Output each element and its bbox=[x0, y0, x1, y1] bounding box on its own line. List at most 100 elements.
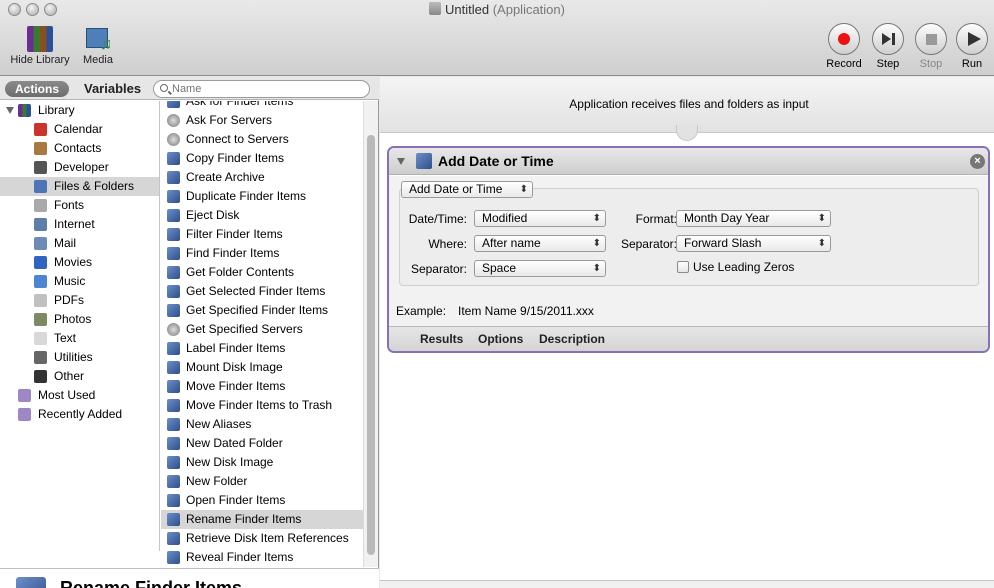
action-list-item[interactable]: New Disk Image bbox=[161, 453, 363, 472]
where-label: Where: bbox=[428, 237, 467, 251]
finder-icon bbox=[167, 266, 180, 279]
action-list-item[interactable]: Move Finder Items bbox=[161, 377, 363, 396]
library-item[interactable]: Movies bbox=[0, 253, 159, 272]
action-list-item[interactable]: Copy Finder Items bbox=[161, 149, 363, 168]
datetime-popup[interactable]: Modified bbox=[474, 210, 606, 227]
mail-icon bbox=[34, 237, 47, 250]
library-item[interactable]: Other bbox=[0, 367, 159, 386]
action-list-item[interactable]: Eject Disk bbox=[161, 206, 363, 225]
step-button[interactable]: Step bbox=[871, 23, 905, 70]
action-list-item[interactable]: Rename Finder Items bbox=[161, 510, 363, 529]
scrollbar-thumb[interactable] bbox=[367, 135, 375, 555]
finder-icon bbox=[167, 513, 180, 526]
library-item[interactable]: Developer bbox=[0, 158, 159, 177]
search-input[interactable] bbox=[172, 82, 362, 96]
action-list-item[interactable]: Mount Disk Image bbox=[161, 358, 363, 377]
calendar-icon bbox=[34, 123, 47, 136]
stop-button[interactable]: Stop bbox=[914, 23, 948, 70]
library-item[interactable]: Text bbox=[0, 329, 159, 348]
run-label: Run bbox=[961, 58, 983, 70]
finder-icon bbox=[167, 247, 180, 260]
action-list-item-label: Copy Finder Items bbox=[186, 151, 285, 165]
action-list-item-label: Duplicate Finder Items bbox=[186, 189, 307, 203]
library-item-label: Calendar bbox=[54, 122, 103, 136]
mode-popup[interactable]: Add Date or Time bbox=[401, 181, 533, 198]
action-list-item[interactable]: Filter Finder Items bbox=[161, 225, 363, 244]
action-card-add-date-time[interactable]: Add Date or Time × Add Date or Time Date… bbox=[387, 146, 990, 353]
action-list-item[interactable]: Reveal Finder Items bbox=[161, 548, 363, 567]
action-list-item[interactable]: Retrieve Disk Item References bbox=[161, 529, 363, 548]
record-button[interactable]: Record bbox=[826, 23, 862, 70]
library-icon bbox=[18, 104, 31, 117]
action-list-item[interactable]: Connect to Servers bbox=[161, 130, 363, 149]
description-panel: Rename Finder Items bbox=[0, 568, 379, 588]
action-list-item[interactable]: Label Finder Items bbox=[161, 339, 363, 358]
library-item-label: Music bbox=[54, 274, 86, 288]
workflow-log-divider[interactable] bbox=[380, 580, 994, 588]
library-item[interactable]: Utilities bbox=[0, 348, 159, 367]
action-list-item-label: Connect to Servers bbox=[186, 132, 289, 146]
library-item[interactable]: Music bbox=[0, 272, 159, 291]
tab-options[interactable]: Options bbox=[478, 332, 523, 346]
action-list-item-label: Label Finder Items bbox=[186, 341, 286, 355]
action-list-item[interactable]: Find Finder Items bbox=[161, 244, 363, 263]
library-root[interactable]: Library bbox=[0, 101, 159, 120]
disclosure-triangle-icon[interactable] bbox=[6, 107, 14, 114]
action-list-item[interactable]: Ask for Finder Items bbox=[161, 101, 363, 111]
disclosure-triangle-icon[interactable] bbox=[397, 158, 405, 165]
action-list-item[interactable]: Open Finder Items bbox=[161, 491, 363, 510]
library-item[interactable]: Fonts bbox=[0, 196, 159, 215]
finder-icon bbox=[416, 153, 432, 169]
action-list-item[interactable]: New Folder bbox=[161, 472, 363, 491]
action-list-item-label: New Disk Image bbox=[186, 455, 274, 469]
finder-icon bbox=[167, 380, 180, 393]
library-item[interactable]: Photos bbox=[0, 310, 159, 329]
separator2-popup[interactable]: Forward Slash bbox=[676, 235, 831, 252]
action-list-item[interactable]: Get Selected Finder Items bbox=[161, 282, 363, 301]
library-item[interactable]: Calendar bbox=[0, 120, 159, 139]
hide-library-button[interactable]: Hide Library bbox=[6, 26, 74, 66]
separator-label: Separator: bbox=[410, 262, 467, 276]
action-list-item[interactable]: Get Specified Finder Items bbox=[161, 301, 363, 320]
remove-action-button[interactable]: × bbox=[970, 154, 985, 169]
format-popup[interactable]: Month Day Year bbox=[676, 210, 831, 227]
tab-actions[interactable]: Actions bbox=[5, 81, 70, 97]
tab-results[interactable]: Results bbox=[420, 332, 463, 346]
library-item[interactable]: Internet bbox=[0, 215, 159, 234]
finder-icon bbox=[167, 342, 180, 355]
action-list-item[interactable]: New Aliases bbox=[161, 415, 363, 434]
action-list-item[interactable]: Get Specified Servers bbox=[161, 320, 363, 339]
library-smart-group[interactable]: Recently Added bbox=[0, 405, 159, 424]
library-smart-group[interactable]: Most Used bbox=[0, 386, 159, 405]
tab-description[interactable]: Description bbox=[539, 332, 605, 346]
run-button[interactable]: Run bbox=[955, 23, 989, 70]
action-list-item[interactable]: Get Folder Contents bbox=[161, 263, 363, 282]
library-item[interactable]: Files & Folders bbox=[0, 177, 159, 196]
where-popup[interactable]: After name bbox=[474, 235, 606, 252]
library-item[interactable]: Contacts bbox=[0, 139, 159, 158]
action-list-item-label: Move Finder Items bbox=[186, 379, 286, 393]
format-label: Format: bbox=[635, 212, 677, 226]
finder-icon bbox=[167, 551, 180, 564]
action-list-item-label: Find Finder Items bbox=[186, 246, 280, 260]
action-list-item[interactable]: Duplicate Finder Items bbox=[161, 187, 363, 206]
tab-variables[interactable]: Variables bbox=[84, 81, 141, 96]
smart-folder-icon bbox=[18, 389, 31, 402]
finder-icon bbox=[167, 304, 180, 317]
action-list-item[interactable]: Ask For Servers bbox=[161, 111, 363, 130]
action-list-item-label: Mount Disk Image bbox=[186, 360, 283, 374]
action-list-item[interactable]: Move Finder Items to Trash bbox=[161, 396, 363, 415]
action-list-item[interactable]: Create Archive bbox=[161, 168, 363, 187]
server-icon bbox=[167, 133, 180, 146]
action-card-title: Add Date or Time bbox=[438, 153, 554, 169]
search-field[interactable] bbox=[153, 80, 370, 98]
action-list-item-label: Retrieve Disk Item References bbox=[186, 531, 349, 545]
media-button[interactable]: Media bbox=[80, 26, 116, 66]
leading-zeros-checkbox[interactable] bbox=[677, 261, 689, 273]
separator-popup[interactable]: Space bbox=[474, 260, 606, 277]
action-list-scrollbar[interactable] bbox=[363, 101, 378, 567]
library-item[interactable]: Mail bbox=[0, 234, 159, 253]
action-list-item[interactable]: New Dated Folder bbox=[161, 434, 363, 453]
library-item[interactable]: PDFs bbox=[0, 291, 159, 310]
media-label: Media bbox=[83, 54, 113, 66]
